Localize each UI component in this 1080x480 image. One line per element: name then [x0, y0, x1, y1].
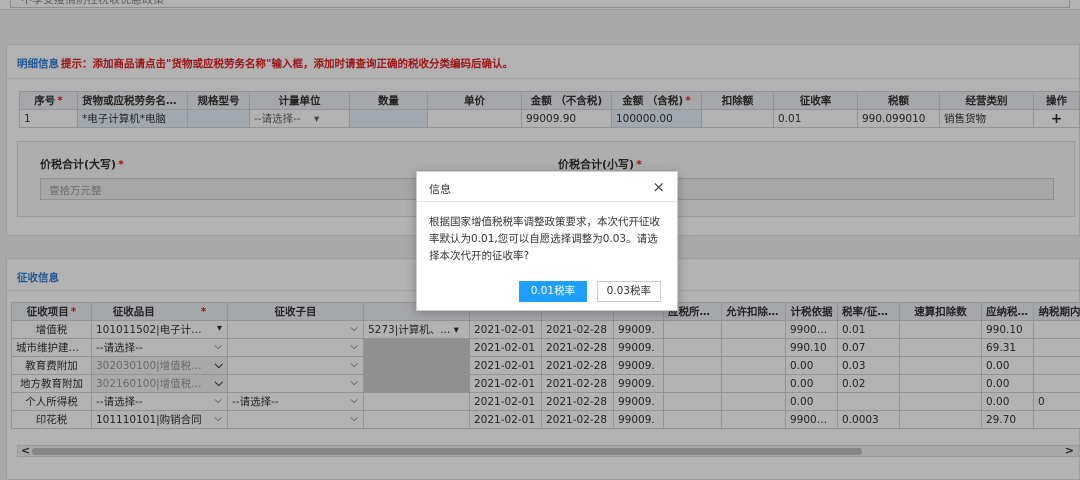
rate-001-button[interactable]: 0.01税率 [518, 281, 588, 302]
rate-003-button[interactable]: 0.03税率 [596, 281, 661, 302]
close-icon[interactable]: × [652, 178, 665, 196]
dialog-header: 信息 × [417, 172, 677, 202]
dialog-buttons: 0.01税率 0.03税率 [513, 281, 661, 302]
dialog-title: 信息 [429, 183, 451, 196]
dialog-message: 根据国家增值税税率调整政策要求，本次代开征收率默认为0.01,您可以自愿选择调整… [429, 216, 660, 262]
rate-dialog: 信息 × 根据国家增值税税率调整政策要求，本次代开征收率默认为0.01,您可以自… [416, 171, 678, 311]
